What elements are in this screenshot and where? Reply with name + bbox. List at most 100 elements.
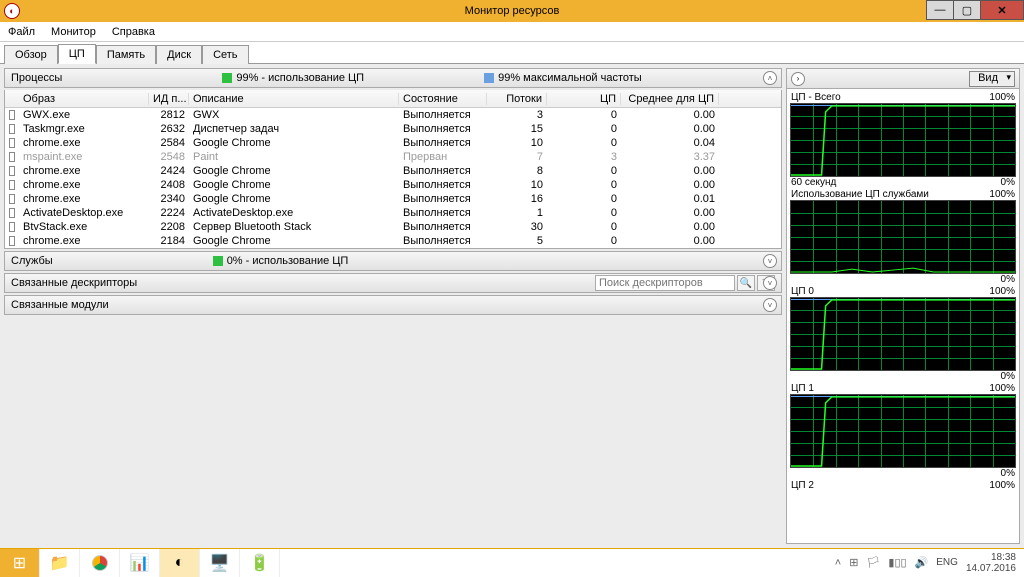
col-threads[interactable]: Потоки: [487, 93, 547, 105]
chart-max: 100%: [989, 92, 1015, 103]
col-avg[interactable]: Среднее для ЦП: [621, 93, 719, 105]
start-button[interactable]: ⊞: [0, 549, 40, 577]
minimize-button[interactable]: —: [926, 0, 954, 20]
tab-memory[interactable]: Память: [96, 45, 156, 64]
tab-network[interactable]: Сеть: [202, 45, 248, 64]
collapse-charts-icon[interactable]: ›: [791, 72, 805, 86]
row-checkbox[interactable]: [5, 110, 19, 120]
task-explorer[interactable]: 📁: [40, 549, 80, 577]
chart-canvas: [790, 297, 1016, 371]
table-row[interactable]: chrome.exe2584Google Chrome Выполняется1…: [5, 136, 781, 150]
row-checkbox[interactable]: [5, 138, 19, 148]
titlebar: ◐ Монитор ресурсов — ▢ ✕: [0, 0, 1024, 22]
table-header-row: Образ ИД п... Описание Состояние Потоки …: [5, 90, 781, 108]
col-cpu[interactable]: ЦП: [547, 93, 621, 105]
window-title: Монитор ресурсов: [0, 5, 1024, 17]
modules-header[interactable]: Связанные модули ˅: [4, 295, 782, 315]
chart-xright: 0%: [1001, 274, 1015, 285]
col-desc[interactable]: Описание: [189, 93, 399, 105]
col-state[interactable]: Состояние: [399, 93, 487, 105]
task-app2[interactable]: 🔋: [240, 549, 280, 577]
table-row[interactable]: chrome.exe2184Google Chrome Выполняется5…: [5, 234, 781, 248]
chart-title: ЦП - Всего: [791, 92, 841, 103]
tab-overview[interactable]: Обзор: [4, 45, 58, 64]
legend-services-usage: 0% - использование ЦП: [227, 255, 349, 267]
search-input[interactable]: [595, 275, 735, 291]
legend-cpu-usage: 99% - использование ЦП: [236, 72, 364, 84]
view-dropdown[interactable]: Вид: [969, 71, 1015, 87]
services-header[interactable]: Службы 0% - использование ЦП ˅: [4, 251, 782, 271]
expand-services-icon[interactable]: ˅: [763, 254, 777, 268]
expand-handles-icon[interactable]: ˅: [763, 276, 777, 290]
chart-canvas: [790, 394, 1016, 468]
processes-table: Образ ИД п... Описание Состояние Потоки …: [4, 90, 782, 249]
collapse-processes-icon[interactable]: ˄: [763, 71, 777, 85]
chart-xright: 0%: [1001, 371, 1015, 382]
menu-monitor[interactable]: Монитор: [43, 24, 104, 40]
row-checkbox[interactable]: [5, 166, 19, 176]
legend-max-freq: 99% максимальной частоты: [498, 72, 642, 84]
search-icon[interactable]: 🔍: [737, 275, 755, 291]
task-chrome[interactable]: [80, 549, 120, 577]
table-row[interactable]: chrome.exe2424Google Chrome Выполняется8…: [5, 164, 781, 178]
col-pid[interactable]: ИД п...: [149, 93, 189, 105]
tray-action-center-icon[interactable]: ⊞: [849, 556, 858, 569]
tray-flag-icon[interactable]: 🏳: [866, 556, 880, 569]
tab-cpu[interactable]: ЦП: [58, 44, 96, 64]
menu-help[interactable]: Справка: [104, 24, 163, 40]
task-app1[interactable]: 🖥️: [200, 549, 240, 577]
chart-max: 100%: [989, 383, 1015, 394]
chart-block: ЦП 0 100% 0%: [790, 286, 1016, 382]
table-row[interactable]: GWX.exe2812GWX Выполняется300.00: [5, 108, 781, 122]
tray-lang[interactable]: ENG: [936, 557, 958, 568]
tray-clock[interactable]: 18:38 14.07.2016: [966, 552, 1016, 574]
modules-title: Связанные модули: [11, 299, 109, 311]
chart-title: ЦП 1: [791, 383, 814, 394]
tray-volume-icon[interactable]: 🔊: [915, 556, 929, 569]
row-checkbox[interactable]: [5, 222, 19, 232]
chart-block: ЦП - Всего 100% 60 секунд 0%: [790, 92, 1016, 188]
row-checkbox[interactable]: [5, 236, 19, 246]
maximize-button[interactable]: ▢: [953, 0, 981, 20]
chart-canvas: [790, 200, 1016, 274]
chart-max: 100%: [989, 480, 1015, 491]
chart-xright: 0%: [1001, 468, 1015, 479]
row-checkbox[interactable]: [5, 194, 19, 204]
services-title: Службы: [11, 255, 53, 267]
task-monitor[interactable]: 📊: [120, 549, 160, 577]
table-row[interactable]: BtvStack.exe2208Сервер Bluetooth Stack В…: [5, 220, 781, 234]
menubar: Файл Монитор Справка: [0, 22, 1024, 42]
col-image[interactable]: Образ: [19, 93, 149, 105]
table-row[interactable]: mspaint.exe2548Paint Прерван733.37: [5, 150, 781, 164]
menu-file[interactable]: Файл: [0, 24, 43, 40]
row-checkbox[interactable]: [5, 152, 19, 162]
table-row[interactable]: chrome.exe2340Google Chrome Выполняется1…: [5, 192, 781, 206]
chart-block: ЦП 1 100% 0%: [790, 383, 1016, 479]
tab-disk[interactable]: Диск: [156, 45, 202, 64]
tray-up-icon[interactable]: ˄: [835, 557, 841, 569]
processes-header[interactable]: Процессы 99% - использование ЦП 99% макс…: [4, 68, 782, 88]
chart-canvas: [790, 103, 1016, 177]
handles-title: Связанные дескрипторы: [11, 277, 137, 289]
chart-max: 100%: [989, 286, 1015, 297]
tab-strip: Обзор ЦП Память Диск Сеть: [0, 42, 1024, 64]
row-checkbox[interactable]: [5, 208, 19, 218]
taskbar: ⊞ 📁 📊 ◐ 🖥️ 🔋 ˄ ⊞ 🏳 ▮▯▯ 🔊 ENG 18:38 14.07…: [0, 548, 1024, 576]
table-row[interactable]: chrome.exe2408Google Chrome Выполняется1…: [5, 178, 781, 192]
row-checkbox[interactable]: [5, 124, 19, 134]
chart-xright: 0%: [1001, 177, 1015, 188]
tray-date: 14.07.2016: [966, 563, 1016, 574]
task-resmon[interactable]: ◐: [160, 549, 200, 577]
tray-network-icon[interactable]: ▮▯▯: [888, 556, 906, 569]
close-button[interactable]: ✕: [980, 0, 1024, 20]
handles-header[interactable]: Связанные дескрипторы 🔍 ↻ ˅: [4, 273, 782, 293]
table-row[interactable]: ActivateDesktop.exe2224ActivateDesktop.e…: [5, 206, 781, 220]
expand-modules-icon[interactable]: ˅: [763, 298, 777, 312]
chart-block: Использование ЦП службами100% 0%: [790, 189, 1016, 285]
row-checkbox[interactable]: [5, 180, 19, 190]
chart-title: ЦП 0: [791, 286, 814, 297]
chart-xleft: 60 секунд: [791, 177, 836, 188]
table-row[interactable]: Taskmgr.exe2632Диспетчер задач Выполняет…: [5, 122, 781, 136]
chart-title: Использование ЦП службами: [791, 189, 929, 200]
tray-time: 18:38: [966, 552, 1016, 563]
